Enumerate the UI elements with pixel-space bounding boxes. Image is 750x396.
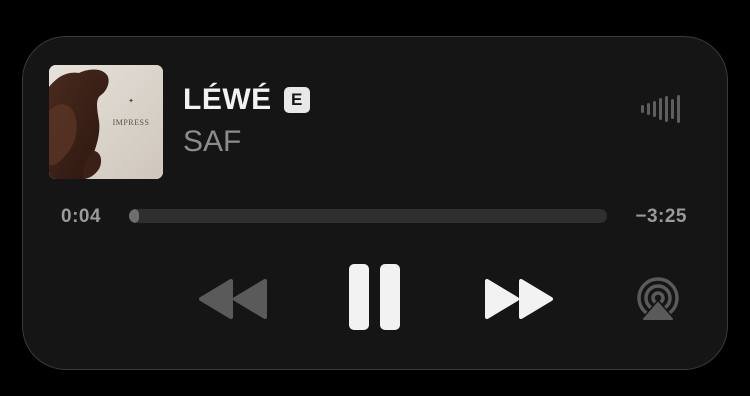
progress-fill [129, 209, 139, 223]
airplay-icon[interactable] [635, 277, 681, 323]
remaining-time: −3:25 [635, 206, 687, 227]
elapsed-time: 0:04 [61, 206, 102, 227]
fast-forward-icon[interactable] [483, 279, 555, 319]
now-playing-widget: IMPRESS ✦ LÉWÉ E SAF 0:04 −3:25 [22, 36, 728, 370]
album-artwork[interactable]: IMPRESS ✦ [49, 65, 163, 179]
song-title[interactable]: LÉWÉ [183, 82, 272, 118]
title-row: LÉWÉ E [183, 82, 310, 118]
progress-scrubber[interactable] [129, 209, 607, 223]
svg-text:✦: ✦ [128, 97, 134, 105]
pause-icon[interactable] [349, 264, 401, 330]
audio-waveform-icon [641, 95, 680, 123]
artwork-text: IMPRESS [113, 118, 150, 127]
explicit-badge: E [283, 87, 310, 113]
rewind-icon[interactable] [197, 279, 269, 319]
artist-name[interactable]: SAF [183, 124, 241, 160]
